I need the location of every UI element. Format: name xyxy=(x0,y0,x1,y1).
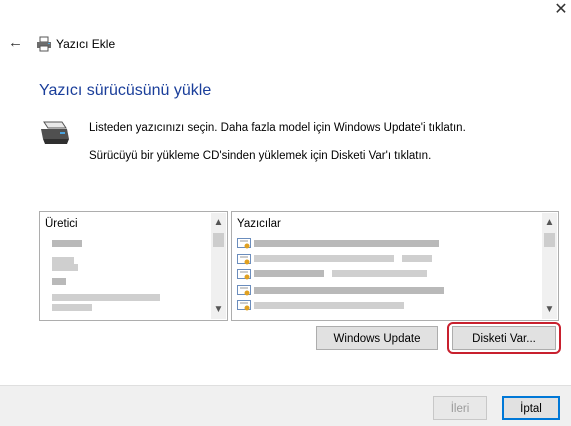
printer-scrollbar[interactable]: ▲ ▼ xyxy=(542,213,557,319)
back-arrow-icon[interactable]: ← xyxy=(8,35,24,51)
scroll-down-icon[interactable]: ▼ xyxy=(211,302,226,317)
scroll-up-icon[interactable]: ▲ xyxy=(211,215,226,230)
instruction-text-1: Listeden yazıcınızı seçin. Daha fazla mo… xyxy=(89,122,466,134)
wizard-title: Yazıcı Ekle xyxy=(56,37,116,51)
manufacturer-scrollbar[interactable]: ▲ ▼ xyxy=(211,213,226,319)
certificate-icon xyxy=(237,238,251,249)
cancel-button[interactable]: İptal xyxy=(502,396,560,420)
manufacturer-list[interactable]: Üretici ▲ ▼ xyxy=(39,211,228,321)
certificate-icon xyxy=(237,300,251,311)
certificate-icon xyxy=(237,269,251,280)
windows-update-button[interactable]: Windows Update xyxy=(316,326,438,350)
printer-list-header: Yazıcılar xyxy=(237,218,281,230)
close-icon[interactable]: ✕ xyxy=(552,1,570,19)
scroll-up-icon[interactable]: ▲ xyxy=(542,215,557,230)
certificate-icon xyxy=(237,254,251,265)
printer-icon xyxy=(36,36,52,52)
scroll-thumb[interactable] xyxy=(213,233,224,247)
next-button[interactable]: İleri xyxy=(433,396,487,420)
scroll-thumb[interactable] xyxy=(544,233,555,247)
instruction-text-2: Sürücüyü bir yükleme CD'sinden yüklemek … xyxy=(89,150,432,162)
scroll-down-icon[interactable]: ▼ xyxy=(542,302,557,317)
certificate-icon xyxy=(237,285,251,296)
printer-list[interactable]: Yazıcılar ▲ ▼ xyxy=(231,211,559,321)
have-disk-button[interactable]: Disketi Var... xyxy=(452,326,556,350)
manufacturer-list-header: Üretici xyxy=(45,218,78,230)
printer-icon xyxy=(38,120,72,146)
page-heading: Yazıcı sürücüsünü yükle xyxy=(39,82,212,99)
